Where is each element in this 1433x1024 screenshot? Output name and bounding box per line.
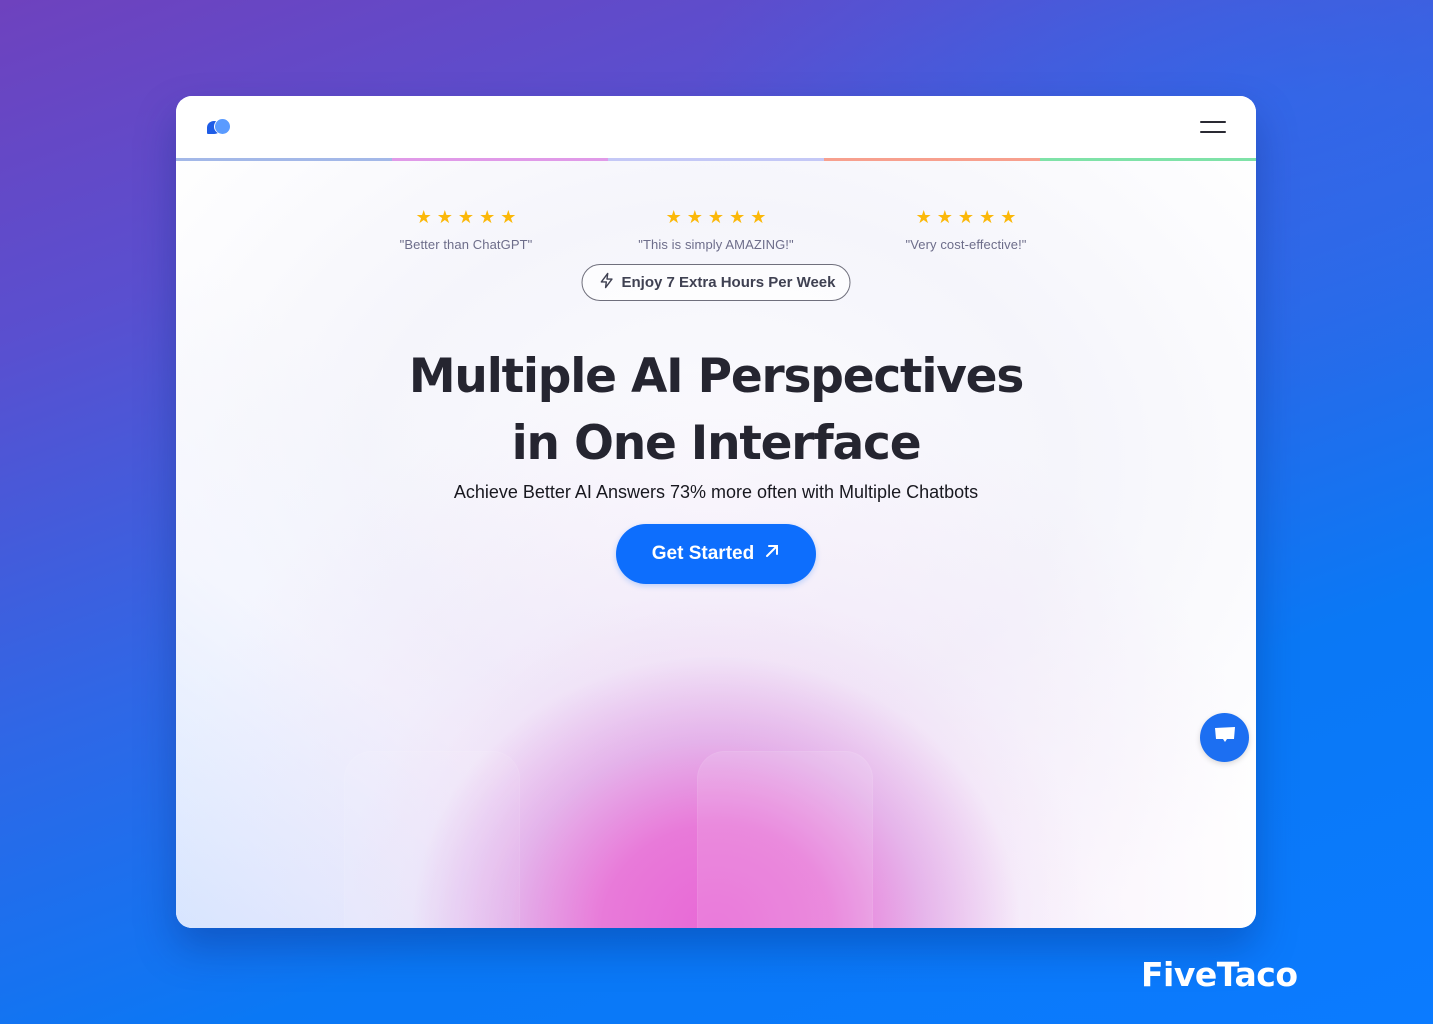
reviews-row: ★ ★ ★ ★ ★ "Better than ChatGPT" ★ ★ ★ ★ ★ "This … xyxy=(176,208,1256,252)
divider-segment xyxy=(608,158,824,161)
star-icon: ★ xyxy=(707,207,725,227)
brand-watermark: FiveTaco xyxy=(1141,955,1298,994)
review-item: ★ ★ ★ ★ ★ "Very cost-effective!" xyxy=(841,208,1091,252)
divider-segment xyxy=(392,158,608,161)
headline-line-1: Multiple AI Perspectives xyxy=(408,349,1024,404)
review-quote: "Better than ChatGPT" xyxy=(399,237,533,252)
arrow-up-right-icon xyxy=(764,543,780,565)
menu-line-top xyxy=(1200,121,1226,123)
star-icon: ★ xyxy=(665,207,682,227)
subheadline: Achieve Better AI Answers 73% more often… xyxy=(453,482,979,502)
headline-line-2: in One Interface xyxy=(511,416,922,471)
star-rating: ★ ★ ★ ★ ★ xyxy=(666,208,767,226)
preview-card-right xyxy=(697,751,873,928)
divider-segment xyxy=(1040,158,1256,161)
chat-bubbles-logo-icon[interactable] xyxy=(207,119,231,135)
navbar xyxy=(176,96,1256,158)
logo-bubble-light xyxy=(215,119,230,134)
get-started-label: Get Started xyxy=(651,543,755,564)
badge-label: Enjoy 7 Extra Hours Per Week xyxy=(621,274,836,291)
review-quote: "Very cost-effective!" xyxy=(905,237,1027,252)
star-icon: ★ xyxy=(936,207,953,227)
review-quote: "This is simply AMAZING!" xyxy=(638,237,794,252)
star-icon: ★ xyxy=(415,207,432,227)
star-rating: ★ ★ ★ ★ ★ xyxy=(416,208,517,226)
chat-message-icon xyxy=(1213,725,1237,750)
chat-widget-button[interactable] xyxy=(1200,713,1249,762)
lightning-bolt-icon xyxy=(599,272,616,293)
star-icon: ★ xyxy=(436,207,453,227)
star-icon: ★ xyxy=(957,207,975,227)
review-item: ★ ★ ★ ★ ★ "This is simply AMAZING!" xyxy=(591,208,841,252)
star-icon: ★ xyxy=(457,207,475,227)
divider-segment xyxy=(176,158,392,161)
star-icon: ★ xyxy=(729,207,746,227)
star-icon: ★ xyxy=(750,207,767,227)
star-icon: ★ xyxy=(915,207,932,227)
star-icon: ★ xyxy=(979,207,996,227)
star-icon: ★ xyxy=(686,207,703,227)
time-saving-badge: Enjoy 7 Extra Hours Per Week xyxy=(581,264,851,301)
star-rating: ★ ★ ★ ★ ★ xyxy=(916,208,1017,226)
star-icon: ★ xyxy=(500,207,517,227)
menu-line-bottom xyxy=(1200,131,1226,133)
star-icon: ★ xyxy=(479,207,496,227)
browser-window: ★ ★ ★ ★ ★ "Better than ChatGPT" ★ ★ ★ ★ ★ "This … xyxy=(176,96,1256,928)
preview-card-left xyxy=(344,751,520,928)
review-item: ★ ★ ★ ★ ★ "Better than ChatGPT" xyxy=(341,208,591,252)
navbar-divider xyxy=(176,158,1256,161)
star-icon: ★ xyxy=(1000,207,1017,227)
get-started-button[interactable]: Get Started xyxy=(616,524,816,584)
hamburger-menu-icon[interactable] xyxy=(1200,120,1226,134)
page-title: Multiple AI Perspectives in One Interfac… xyxy=(176,343,1256,477)
divider-segment xyxy=(824,158,1040,161)
